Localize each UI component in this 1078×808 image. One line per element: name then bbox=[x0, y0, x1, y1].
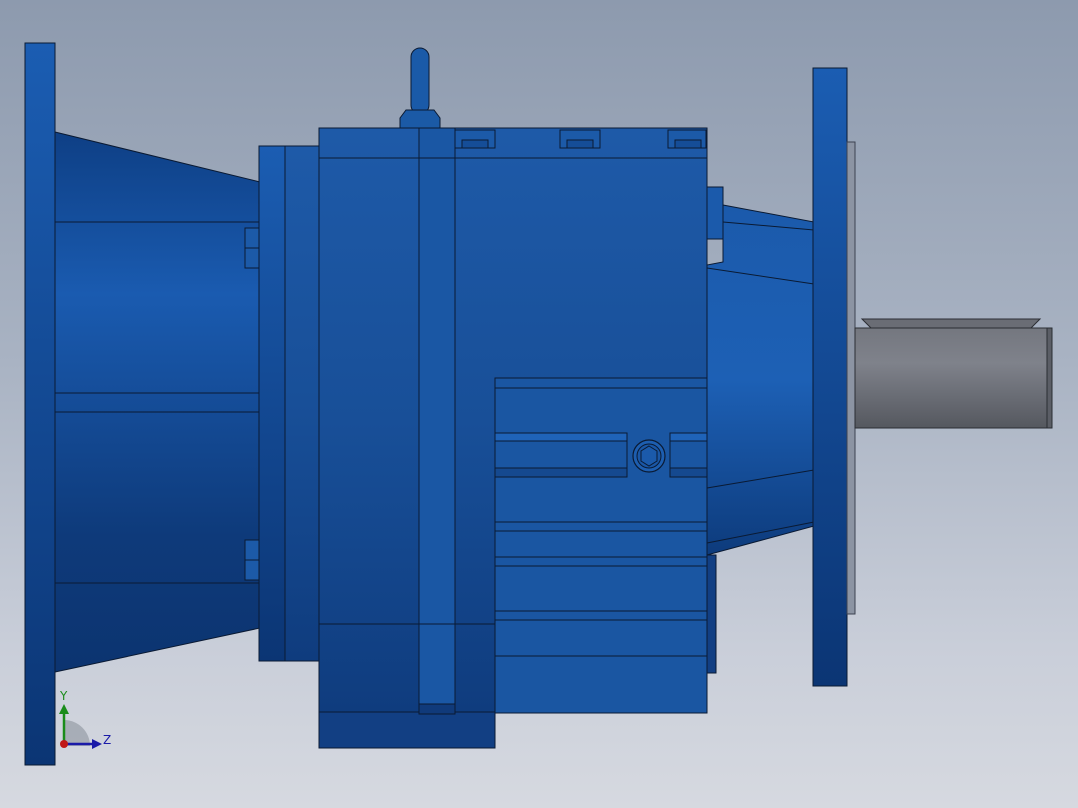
motor-adapter-cone[interactable] bbox=[54, 131, 261, 673]
motor-flange-left[interactable] bbox=[24, 42, 56, 766]
housing-top-bolts bbox=[454, 129, 707, 149]
coordinate-axes-icon: Y Z bbox=[59, 689, 111, 749]
input-flange-ring[interactable] bbox=[258, 145, 321, 662]
output-flange[interactable] bbox=[812, 67, 856, 687]
model-canvas[interactable]: Y Z bbox=[0, 0, 1078, 808]
output-shaft[interactable] bbox=[854, 318, 1053, 429]
cad-viewport[interactable]: Y Z bbox=[0, 0, 1078, 808]
lifting-eye-bolt[interactable] bbox=[399, 47, 441, 129]
oil-plug-icon bbox=[632, 439, 666, 473]
output-bearing-housing[interactable] bbox=[706, 186, 815, 674]
axis-z-label: Z bbox=[103, 733, 111, 747]
axis-y-label: Y bbox=[59, 689, 68, 703]
housing-side-cover[interactable] bbox=[494, 377, 708, 714]
